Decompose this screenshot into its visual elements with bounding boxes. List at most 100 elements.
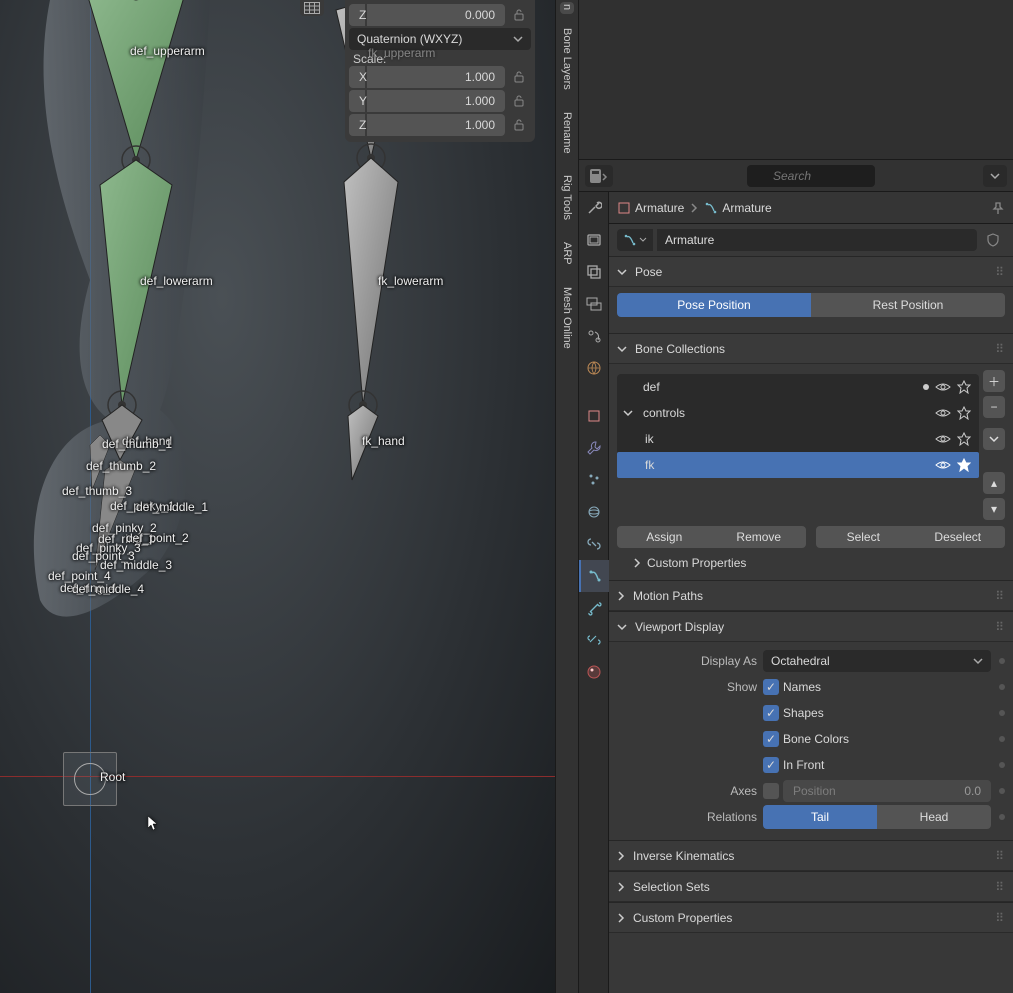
viewport-display-header[interactable]: Viewport Display ⠿ [609, 612, 1013, 642]
axes-checkbox[interactable] [763, 783, 779, 799]
grid-icon[interactable] [300, 0, 324, 16]
move-down-button[interactable]: ▾ [983, 498, 1005, 520]
datablock-selector[interactable] [617, 229, 653, 251]
anim-dot-icon[interactable] [999, 710, 1005, 716]
selection-sets-header[interactable]: Selection Sets⠿ [609, 872, 1013, 902]
custom-properties-header[interactable]: Custom Properties⠿ [609, 903, 1013, 933]
position-field[interactable]: Position 0.0 [783, 780, 991, 802]
scale-x-value[interactable]: 1.000 [367, 66, 505, 88]
breadcrumb-data[interactable]: Armature [704, 201, 771, 215]
tab-tool[interactable] [579, 192, 609, 224]
tab-item[interactable]: n [560, 2, 574, 14]
tab-mesh-online[interactable]: Mesh Online [560, 279, 574, 357]
drag-handle-icon[interactable]: ⠿ [995, 620, 1005, 634]
display-as-dropdown[interactable]: Octahedral [763, 650, 991, 672]
armature-name-field[interactable] [657, 229, 977, 251]
root-bone-widget[interactable] [63, 752, 117, 806]
tab-viewlayer[interactable] [579, 288, 609, 320]
lock-icon[interactable] [507, 4, 531, 26]
in-front-checkbox[interactable]: ✓ [763, 757, 779, 773]
pose-panel-header[interactable]: Pose ⠿ [609, 257, 1013, 287]
deselect-button[interactable]: Deselect [911, 526, 1006, 548]
options-dropdown[interactable] [983, 165, 1007, 187]
tab-rename[interactable]: Rename [560, 104, 574, 162]
drag-handle-icon[interactable]: ⠿ [995, 589, 1005, 603]
remove-collection-button[interactable]: − [983, 396, 1005, 418]
pose-position-button[interactable]: Pose Position [617, 293, 811, 317]
visibility-icon[interactable] [935, 381, 951, 393]
drag-handle-icon[interactable]: ⠿ [995, 342, 1005, 356]
tab-physics[interactable] [579, 496, 609, 528]
collection-row-fk[interactable]: fk [617, 452, 979, 478]
collection-row-ik[interactable]: ik [617, 426, 979, 452]
anim-dot-icon[interactable] [999, 658, 1005, 664]
tab-render[interactable] [579, 224, 609, 256]
visibility-icon[interactable] [935, 407, 951, 419]
tab-bone-constraint[interactable] [579, 624, 609, 656]
solo-icon[interactable] [957, 380, 971, 394]
tab-arp[interactable]: ARP [560, 234, 574, 273]
tab-particles[interactable] [579, 464, 609, 496]
shapes-checkbox[interactable]: ✓ [763, 705, 779, 721]
tab-modifier[interactable] [579, 432, 609, 464]
drag-handle-icon[interactable]: ⠿ [995, 880, 1005, 894]
solo-icon[interactable] [957, 458, 971, 472]
rot-z-value[interactable]: 0.000 [367, 4, 505, 26]
anim-dot-icon[interactable] [999, 684, 1005, 690]
shield-icon[interactable] [981, 229, 1005, 251]
assign-button[interactable]: Assign [617, 526, 712, 548]
tab-rig-tools[interactable]: Rig Tools [560, 167, 574, 228]
tab-constraints[interactable] [579, 528, 609, 560]
anim-dot-icon[interactable] [999, 762, 1005, 768]
scale-label: Scale: [353, 52, 531, 66]
pin-icon[interactable] [991, 201, 1005, 215]
remove-button[interactable]: Remove [712, 526, 807, 548]
collection-row-def[interactable]: def [617, 374, 979, 400]
solo-icon[interactable] [957, 406, 971, 420]
tab-bone-layers[interactable]: Bone Layers [560, 20, 574, 98]
lock-icon[interactable] [507, 90, 531, 112]
ik-header[interactable]: Inverse Kinematics⠿ [609, 841, 1013, 871]
visibility-icon[interactable] [935, 433, 951, 445]
bone-colors-checkbox[interactable]: ✓ [763, 731, 779, 747]
add-collection-button[interactable]: ＋ [983, 370, 1005, 392]
tab-object[interactable] [579, 400, 609, 432]
tail-button[interactable]: Tail [763, 805, 877, 829]
tab-bone[interactable] [579, 592, 609, 624]
tab-output[interactable] [579, 256, 609, 288]
select-button[interactable]: Select [816, 526, 911, 548]
visibility-icon[interactable] [935, 459, 951, 471]
search-input[interactable] [747, 165, 875, 187]
editor-type-selector[interactable] [585, 165, 613, 187]
tab-material[interactable] [579, 656, 609, 688]
tab-scene[interactable] [579, 320, 609, 352]
viewport-3d[interactable]: Z 0.000 Quaternion (WXYZ) Scale: X1.000 … [0, 0, 555, 993]
disclosure-icon[interactable] [623, 408, 637, 418]
breadcrumb-object[interactable]: Armature [617, 201, 684, 215]
bone-collections-list[interactable]: def controls [617, 374, 979, 478]
drag-handle-icon[interactable]: ⠿ [995, 849, 1005, 863]
bone-collections-header[interactable]: Bone Collections ⠿ [609, 334, 1013, 364]
collection-specials-button[interactable] [983, 428, 1005, 450]
drag-handle-icon[interactable]: ⠿ [995, 265, 1005, 279]
names-checkbox[interactable]: ✓ [763, 679, 779, 695]
head-button[interactable]: Head [877, 805, 991, 829]
collection-row-controls[interactable]: controls [617, 400, 979, 426]
rotation-mode-dropdown[interactable]: Quaternion (WXYZ) [349, 28, 531, 50]
outliner[interactable] [579, 0, 1013, 160]
scale-y-value[interactable]: 1.000 [367, 90, 505, 112]
rest-position-button[interactable]: Rest Position [811, 293, 1005, 317]
lock-icon[interactable] [507, 114, 531, 136]
tab-data-armature[interactable] [579, 560, 609, 592]
solo-icon[interactable] [957, 432, 971, 446]
anim-dot-icon[interactable] [999, 788, 1005, 794]
drag-handle-icon[interactable]: ⠿ [995, 911, 1005, 925]
tab-world[interactable] [579, 352, 609, 384]
custom-properties-subpanel[interactable]: Custom Properties [633, 556, 1005, 570]
motion-paths-header[interactable]: Motion Paths ⠿ [609, 581, 1013, 611]
scale-z-value[interactable]: 1.000 [367, 114, 505, 136]
move-up-button[interactable]: ▴ [983, 472, 1005, 494]
anim-dot-icon[interactable] [999, 736, 1005, 742]
lock-icon[interactable] [507, 66, 531, 88]
anim-dot-icon[interactable] [999, 814, 1005, 820]
